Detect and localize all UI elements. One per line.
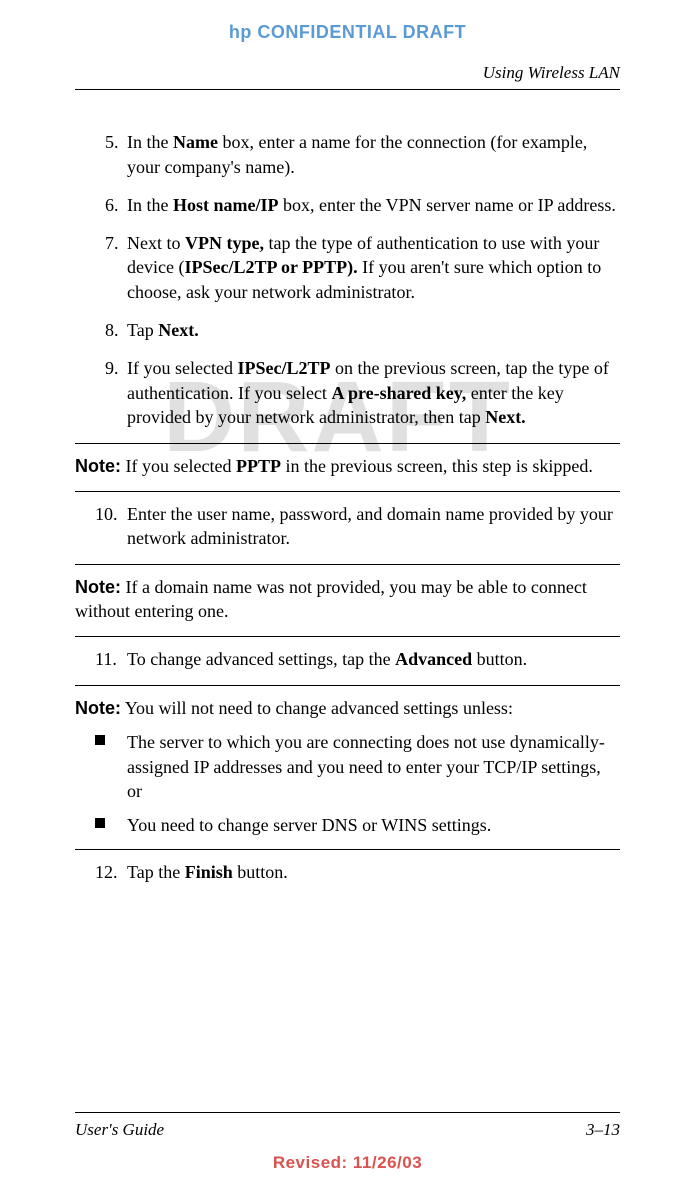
- note-2: Note: If a domain name was not provided,…: [75, 575, 620, 624]
- note-rule: [75, 636, 620, 637]
- note-label: Note:: [75, 577, 121, 597]
- footer-left: User's Guide: [75, 1119, 164, 1142]
- step-6: 6. In the Host name/IP box, enter the VP…: [105, 193, 620, 217]
- step-number: 12.: [95, 860, 118, 884]
- step-12: 12. Tap the Finish button.: [105, 860, 620, 884]
- square-bullet-icon: [95, 735, 105, 745]
- step-number: 5.: [105, 130, 119, 154]
- note-bullet-list: The server to which you are connecting d…: [75, 730, 620, 837]
- note-3: Note: You will not need to change advanc…: [75, 696, 620, 720]
- step-text: Next to VPN type, tap the type of authen…: [127, 233, 601, 302]
- step-number: 7.: [105, 231, 119, 255]
- step-number: 8.: [105, 318, 119, 342]
- note-rule: [75, 491, 620, 492]
- header-rule: [75, 89, 620, 90]
- step-8: 8. Tap Next.: [105, 318, 620, 342]
- list-item: You need to change server DNS or WINS se…: [75, 813, 620, 837]
- step-11: 11. To change advanced settings, tap the…: [105, 647, 620, 671]
- confidential-header: hp CONFIDENTIAL DRAFT: [75, 20, 620, 44]
- square-bullet-icon: [95, 818, 105, 828]
- note-1: Note: If you selected PPTP in the previo…: [75, 454, 620, 478]
- bullet-text: You need to change server DNS or WINS se…: [127, 815, 491, 835]
- note-rule: [75, 685, 620, 686]
- note-rule: [75, 564, 620, 565]
- step-text: Enter the user name, password, and domai…: [127, 504, 613, 548]
- section-title: Using Wireless LAN: [75, 62, 620, 85]
- note-label: Note:: [75, 456, 121, 476]
- revised-date: Revised: 11/26/03: [75, 1152, 620, 1175]
- step-text: Tap the Finish button.: [127, 862, 288, 882]
- note-rule: [75, 443, 620, 444]
- bullet-text: The server to which you are connecting d…: [127, 732, 605, 801]
- list-item: The server to which you are connecting d…: [75, 730, 620, 803]
- step-9: 9. If you selected IPSec/L2TP on the pre…: [105, 356, 620, 429]
- step-text: In the Name box, enter a name for the co…: [127, 132, 587, 176]
- step-text: Tap Next.: [127, 320, 199, 340]
- step-number: 6.: [105, 193, 119, 217]
- note-rule: [75, 849, 620, 850]
- step-number: 9.: [105, 356, 119, 380]
- step-text: If you selected IPSec/L2TP on the previo…: [127, 358, 609, 427]
- step-number: 10.: [95, 502, 118, 526]
- step-10: 10. Enter the user name, password, and d…: [105, 502, 620, 551]
- page-footer: User's Guide 3–13 Revised: 11/26/03: [75, 1112, 620, 1175]
- step-text: In the Host name/IP box, enter the VPN s…: [127, 195, 616, 215]
- step-7: 7. Next to VPN type, tap the type of aut…: [105, 231, 620, 304]
- step-5: 5. In the Name box, enter a name for the…: [105, 130, 620, 179]
- footer-rule: [75, 1112, 620, 1113]
- step-text: To change advanced settings, tap the Adv…: [127, 649, 527, 669]
- body-content: 5. In the Name box, enter a name for the…: [75, 130, 620, 885]
- note-label: Note:: [75, 698, 121, 718]
- step-number: 11.: [95, 647, 117, 671]
- page-number: 3–13: [586, 1119, 620, 1142]
